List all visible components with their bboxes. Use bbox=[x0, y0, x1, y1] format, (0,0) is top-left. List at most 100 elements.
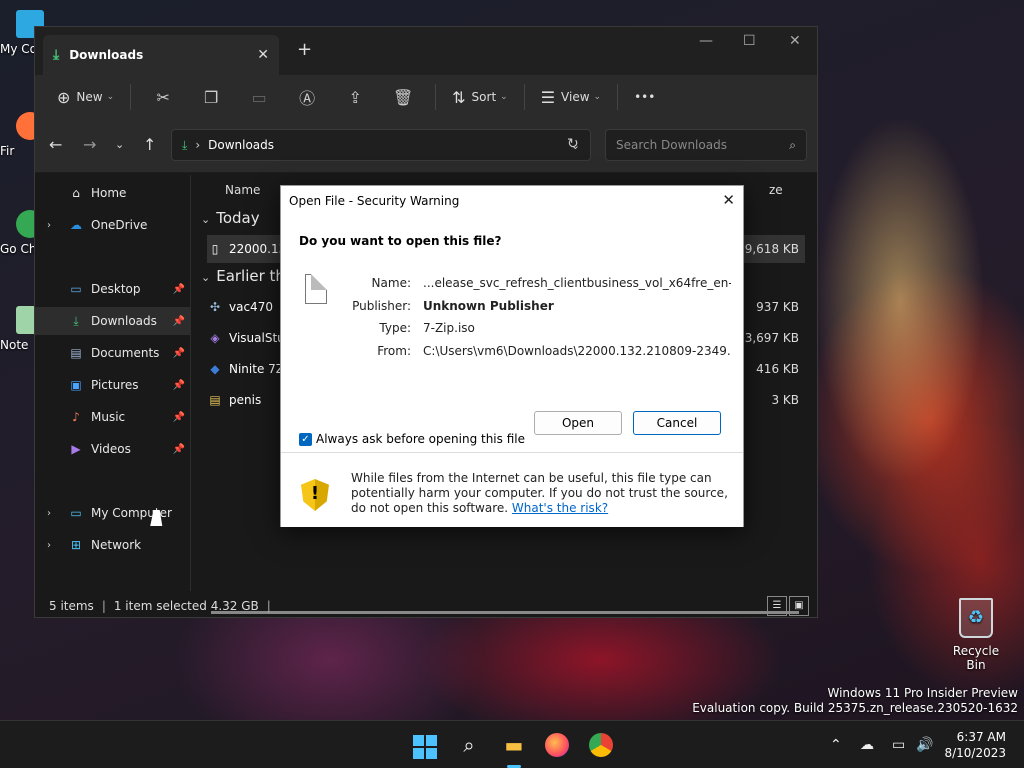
chevron-right-icon[interactable]: › bbox=[47, 508, 51, 519]
status-divider: | bbox=[101, 599, 106, 613]
pin-icon[interactable]: 📌 bbox=[173, 316, 185, 327]
type-value: 7-Zip.iso bbox=[423, 321, 475, 335]
close-icon[interactable]: ✕ bbox=[722, 191, 735, 209]
start-button[interactable] bbox=[411, 733, 437, 759]
chevron-up-icon[interactable]: ⌃ bbox=[830, 737, 842, 753]
chevron-down-icon: ⌄ bbox=[201, 213, 211, 226]
home-icon: ⌂ bbox=[72, 186, 80, 200]
forward-icon[interactable]: → bbox=[83, 135, 96, 154]
ninite-icon: ◆ bbox=[210, 362, 220, 376]
desktop-icon-recycle-bin[interactable]: ♻ Recycle Bin bbox=[944, 598, 1008, 672]
sidebar-item-videos[interactable]: ▶ Videos 📌 bbox=[35, 435, 191, 463]
dialog-title-bar: Open File - Security Warning ✕ bbox=[281, 186, 743, 216]
chevron-down-icon: ⌄ bbox=[201, 271, 211, 284]
rename-icon[interactable]: Ⓐ bbox=[283, 85, 331, 109]
up-icon[interactable]: ↑ bbox=[143, 135, 156, 154]
evaluation-watermark: Windows 11 Pro Insider Preview Evaluatio… bbox=[692, 686, 1018, 715]
back-icon[interactable]: ← bbox=[49, 135, 62, 154]
always-ask-checkbox[interactable]: ✓ Always ask before opening this file bbox=[299, 432, 525, 446]
security-warning-dialog: Open File - Security Warning ✕ Do you wa… bbox=[280, 185, 744, 527]
download-icon: ⤓ bbox=[53, 47, 60, 63]
sidebar-item-downloads[interactable]: ⤓ Downloads 📌 bbox=[35, 307, 191, 335]
address-path: Downloads bbox=[208, 138, 275, 152]
sidebar-item-desktop[interactable]: ▭ Desktop 📌 bbox=[35, 275, 191, 303]
pin-icon[interactable]: 📌 bbox=[173, 412, 185, 423]
chevron-right-icon[interactable]: › bbox=[47, 220, 51, 231]
sort-icon: ⇅ bbox=[452, 87, 466, 107]
copy-icon[interactable]: ❐ bbox=[187, 88, 235, 107]
volume-icon[interactable]: 🔊 bbox=[916, 737, 933, 753]
chevron-down-icon: ⌄ bbox=[500, 92, 508, 102]
pin-icon[interactable]: 📌 bbox=[173, 284, 185, 295]
prop-name: Name: ...elease_svc_refresh_clientbusine… bbox=[341, 276, 731, 290]
group-header-earlier[interactable]: ⌄ Earlier thi bbox=[201, 267, 289, 285]
tab-downloads[interactable]: ⤓ Downloads ✕ bbox=[43, 35, 279, 75]
sidebar-item-my-computer[interactable]: › ▭ My Computer bbox=[35, 499, 191, 527]
delete-icon[interactable]: 🗑 bbox=[379, 88, 427, 107]
close-tab-icon[interactable]: ✕ bbox=[257, 47, 269, 63]
sort-button[interactable]: ⇅ Sort ⌄ bbox=[444, 81, 516, 113]
tiles-view-icon[interactable]: ▣ bbox=[789, 596, 809, 616]
pin-icon[interactable]: 📌 bbox=[173, 380, 185, 391]
sidebar-item-documents[interactable]: ▤ Documents 📌 bbox=[35, 339, 191, 367]
pin-icon[interactable]: 📌 bbox=[173, 348, 185, 359]
sidebar-item-home[interactable]: ⌂ Home bbox=[35, 179, 191, 207]
network-icon[interactable]: ▭ bbox=[892, 737, 905, 753]
sidebar-item-pictures[interactable]: ▣ Pictures 📌 bbox=[35, 371, 191, 399]
more-options-button[interactable]: ••• bbox=[626, 81, 663, 113]
selection-info: 1 item selected 4.32 GB bbox=[113, 599, 259, 613]
recycle-bin-icon: ♻ bbox=[959, 598, 993, 638]
firefox-icon[interactable] bbox=[543, 731, 571, 759]
plus-circle-icon: ⊕ bbox=[57, 87, 71, 107]
cut-icon[interactable]: ✂ bbox=[139, 88, 187, 107]
warning-shield-icon: ! bbox=[301, 479, 329, 511]
view-toggle: ☰ ▣ bbox=[767, 596, 809, 616]
search-input[interactable]: Search Downloads ⌕ bbox=[605, 129, 807, 161]
chrome-icon[interactable] bbox=[587, 731, 615, 759]
desktop-icon-notepad[interactable]: Note bbox=[0, 306, 44, 352]
computer-icon: ▭ bbox=[70, 506, 82, 520]
group-header-today[interactable]: ⌄ Today bbox=[201, 209, 260, 227]
open-button[interactable]: Open bbox=[534, 411, 622, 435]
view-button[interactable]: ☰ View ⌄ bbox=[533, 81, 609, 113]
recent-locations-icon[interactable]: ⌄ bbox=[115, 138, 124, 151]
new-tab-button[interactable]: + bbox=[297, 39, 312, 60]
cloud-icon: ☁ bbox=[70, 218, 82, 232]
dialog-footer: ! While files from the Internet can be u… bbox=[281, 452, 743, 527]
sidebar-item-music[interactable]: ♪ Music 📌 bbox=[35, 403, 191, 431]
column-header-name[interactable]: Name bbox=[225, 183, 260, 197]
paste-icon[interactable]: ▭ bbox=[235, 88, 283, 107]
desktop-icon-chrome[interactable]: Go Chr bbox=[0, 210, 44, 256]
column-header-size[interactable]: ze bbox=[769, 183, 783, 197]
app-icon: ✣ bbox=[209, 300, 221, 314]
pin-icon[interactable]: 📌 bbox=[173, 444, 185, 455]
navigation-pane: ⌂ Home › ☁ OneDrive ▭ Desktop 📌 ⤓ Downlo… bbox=[35, 175, 191, 591]
sidebar-item-network[interactable]: › ⊞ Network bbox=[35, 531, 191, 559]
clock[interactable]: 6:37 AM 8/10/2023 bbox=[944, 729, 1006, 761]
prop-publisher: Publisher: Unknown Publisher bbox=[341, 299, 731, 313]
checkmark-icon[interactable]: ✓ bbox=[299, 432, 312, 446]
desktop-icon-my-computer[interactable]: My Co bbox=[0, 10, 44, 56]
new-button[interactable]: ⊕ New ⌄ bbox=[49, 81, 122, 113]
address-bar[interactable]: ⤓ › Downloads ⌄ bbox=[171, 129, 591, 161]
details-view-icon[interactable]: ☰ bbox=[767, 596, 787, 616]
file-icon bbox=[305, 274, 327, 304]
search-icon: ⌕ bbox=[789, 137, 796, 152]
file-name-value: ...elease_svc_refresh_clientbusiness_vol… bbox=[423, 276, 731, 290]
share-icon[interactable]: ⇪ bbox=[331, 88, 379, 107]
desktop-icon-firefox[interactable]: Fir bbox=[0, 112, 44, 158]
taskbar: ⌕ ▬ ⌃ ☁ ▭ 🔊 6:37 AM 8/10/2023 bbox=[0, 720, 1024, 768]
refresh-icon[interactable]: ↻ bbox=[567, 136, 579, 152]
file-explorer-icon[interactable]: ▬ bbox=[500, 731, 528, 759]
minimize-button[interactable]: — bbox=[699, 33, 713, 49]
chevron-right-icon[interactable]: › bbox=[47, 540, 51, 551]
from-value: C:\Users\vm6\Downloads\22000.132.210809-… bbox=[423, 344, 731, 358]
cloud-off-icon[interactable]: ☁ bbox=[860, 737, 874, 753]
search-icon[interactable]: ⌕ bbox=[455, 731, 483, 759]
whats-the-risk-link[interactable]: What's the risk? bbox=[512, 501, 608, 515]
sidebar-item-onedrive[interactable]: › ☁ OneDrive bbox=[35, 211, 191, 239]
maximize-button[interactable]: ☐ bbox=[743, 33, 756, 49]
cancel-button[interactable]: Cancel bbox=[633, 411, 721, 435]
close-window-button[interactable]: ✕ bbox=[789, 33, 801, 49]
warning-message: While files from the Internet can be use… bbox=[351, 471, 728, 515]
